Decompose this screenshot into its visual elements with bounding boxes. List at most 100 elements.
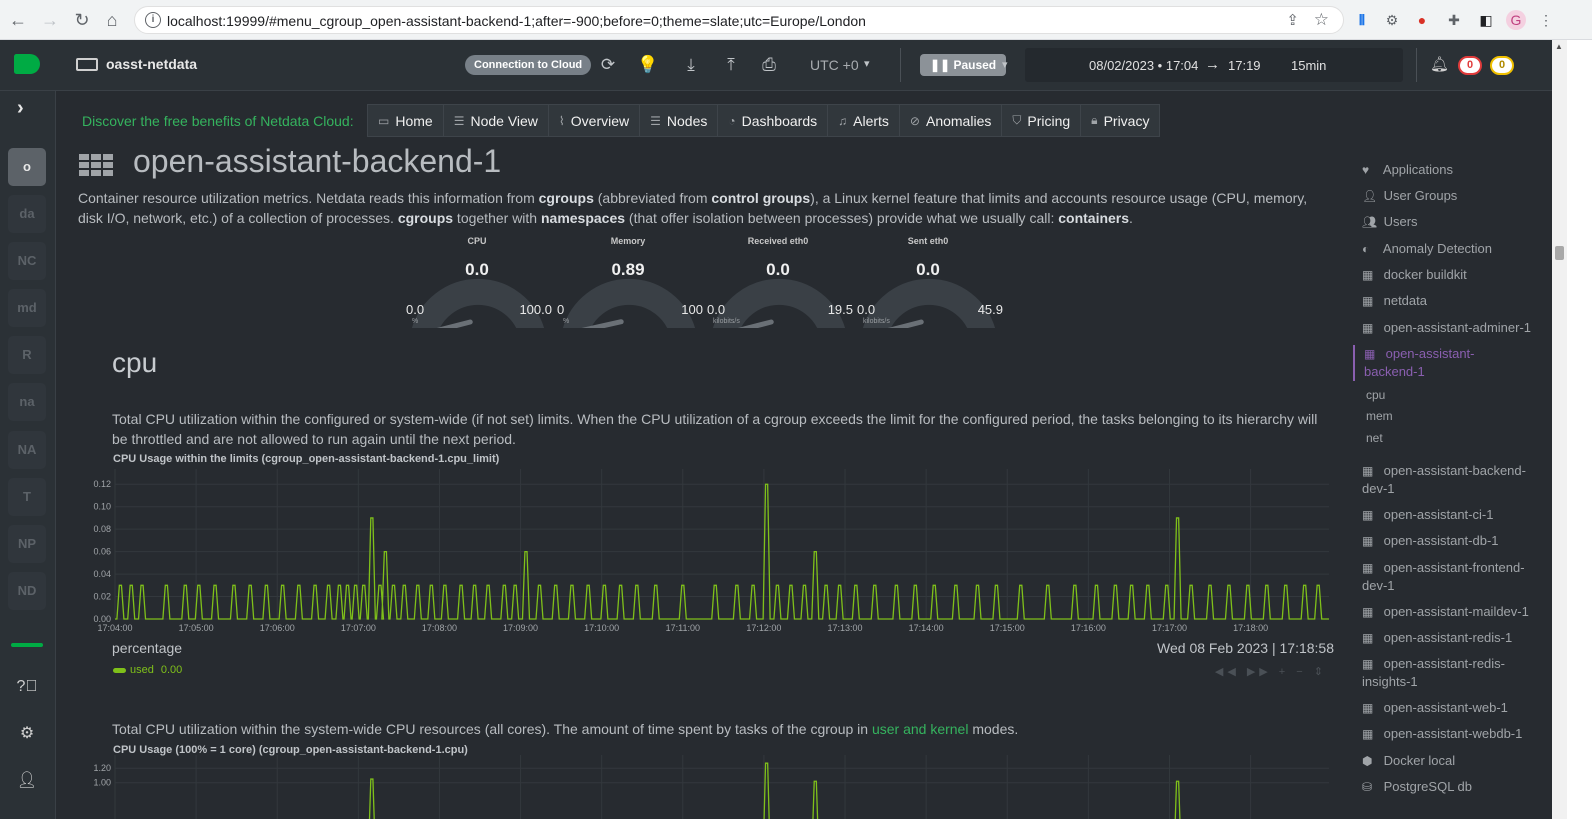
node-button[interactable]: o [8, 148, 46, 186]
nav-home[interactable]: ▭ Home [368, 105, 444, 136]
grid-icon: ▦ [1362, 268, 1374, 282]
node-button[interactable]: NC [8, 242, 46, 280]
host-icon [76, 58, 98, 71]
netdata-logo-icon[interactable] [14, 54, 40, 74]
gauge-title: CPU [467, 236, 487, 246]
grid-icon: ▦ [1362, 464, 1374, 478]
cpu-usage-chart[interactable]: 1.20 1.00 [87, 755, 1337, 819]
sidebar-item[interactable]: ⬢ Docker local [1362, 752, 1544, 770]
sidebar-item[interactable]: ⛁ PostgreSQL db [1362, 778, 1544, 796]
left-sidebar: › o da NC md R na NA T NP ND ?⃝ ⚙ 👤︎ [0, 91, 56, 819]
scrollbar-thumb[interactable] [1555, 246, 1564, 260]
profile-avatar-icon[interactable]: G [1506, 10, 1526, 30]
url-text[interactable]: localhost:19999/#menu_cgroup_open-assist… [167, 13, 866, 29]
settings-gear-icon[interactable]: ⚙ [16, 723, 38, 745]
expand-sidebar-icon[interactable]: › [17, 97, 24, 120]
heart-icon: ♥ [1362, 163, 1370, 177]
paused-button[interactable]: ❚❚ Paused [920, 54, 1007, 76]
chevron-down-icon[interactable]: ▾ [1002, 58, 1008, 71]
sidebar-item[interactable]: ▦ open-assistant-adminer-1 [1362, 319, 1544, 337]
sidebar-item[interactable]: ▦ open-assistant-backend-1 [1353, 345, 1535, 381]
help-icon[interactable]: ?⃝ [16, 676, 38, 698]
home-icon[interactable]: ⌂ [100, 8, 124, 32]
sidebar-item[interactable]: ▦ open-assistant-redis-insights-1 [1362, 655, 1544, 691]
side-panel-icon[interactable]: ◧ [1476, 10, 1496, 30]
nav-label: Alerts [853, 112, 889, 129]
date-range-picker[interactable]: 08/02/2023 • 17:04 → 17:19 15min [1025, 48, 1403, 82]
share-icon[interactable]: ⇪ [1286, 11, 1299, 29]
node-button[interactable]: da [8, 195, 46, 233]
nav-node-view[interactable]: ☰ Node View [444, 105, 549, 136]
site-info-icon[interactable]: i [145, 12, 161, 28]
extension-color-icon[interactable]: ● [1412, 10, 1432, 30]
user-icon[interactable]: 👤︎ [16, 770, 38, 792]
sidebar-item[interactable]: ▦ open-assistant-redis-1 [1362, 629, 1544, 647]
sidebar-item[interactable]: ▦ open-assistant-db-1 [1362, 532, 1544, 550]
sidebar-item[interactable]: 👤︎ User Groups [1362, 187, 1544, 205]
lightbulb-icon[interactable]: 💡 [637, 54, 659, 76]
legend-series-used[interactable]: used 0.00 [113, 664, 182, 676]
notification-bell-icon[interactable]: 🔔︎ [1430, 55, 1449, 73]
print-icon[interactable]: ⎙ [758, 54, 780, 76]
node-button[interactable]: md [8, 289, 46, 327]
nav-nodes[interactable]: ☰ Nodes [640, 105, 719, 136]
timezone-selector[interactable]: UTC +0 [810, 57, 859, 73]
node-button[interactable]: NA [8, 431, 46, 469]
node-button[interactable]: na [8, 383, 46, 421]
scrollbar[interactable]: ▲ [1552, 40, 1567, 819]
warning-alerts-badge[interactable]: 0 [1490, 56, 1514, 75]
node-button[interactable]: T [8, 478, 46, 516]
reload-icon[interactable]: ↻ [70, 8, 94, 32]
chart-toolbox[interactable]: ◀◀ ▶▶ + − ⇕ [1215, 665, 1327, 678]
download-icon[interactable]: ⤓ [680, 54, 702, 76]
browser-menu-icon[interactable]: ⋮ [1536, 10, 1556, 30]
sidebar-item[interactable]: ▦ open-assistant-maildev-1 [1362, 603, 1544, 621]
scroll-up-icon[interactable]: ▲ [1555, 42, 1563, 51]
grid-icon: ▦ [1362, 701, 1374, 715]
right-sidebar-menu: ♥ Applications 👤︎ User Groups 👥︎ Users ◐ An… [1352, 91, 1552, 819]
sidebar-item[interactable]: ▦ open-assistant-backend-dev-1 [1362, 462, 1544, 498]
user-kernel-link[interactable]: user and kernel [872, 721, 969, 737]
sidebar-item[interactable]: ▦ open-assistant-frontend-dev-1 [1362, 559, 1544, 595]
sidebar-item[interactable]: 👥︎ Users [1362, 213, 1544, 231]
sidebar-item[interactable]: ▦ netdata [1362, 292, 1544, 310]
nav-privacy[interactable]: 🔒︎ Privacy [1081, 105, 1159, 136]
critical-alerts-badge[interactable]: 0 [1458, 56, 1482, 75]
sidebar-item-label: backend-1 [1364, 364, 1425, 379]
sidebar-subitem-net[interactable]: net [1366, 431, 1383, 445]
sidebar-subitem-cpu[interactable]: cpu [1366, 388, 1385, 402]
address-bar[interactable]: i localhost:19999/#menu_cgroup_open-assi… [134, 6, 1344, 34]
node-button[interactable]: R [8, 336, 46, 374]
gauge-max: 100.0 [519, 302, 552, 317]
sidebar-subitem-mem[interactable]: mem [1366, 409, 1393, 423]
chart-description: Total CPU utilization within the system-… [112, 721, 1019, 737]
nav-alerts[interactable]: ♫ Alerts [828, 105, 900, 136]
extension-bars-icon[interactable]: ⫴ [1352, 10, 1372, 30]
sidebar-item[interactable]: ▦ open-assistant-webdb-1 [1362, 725, 1544, 743]
cpu-limit-chart[interactable]: 0.120.100.080.060.040.020.0017:04:00 17:0… [87, 465, 1337, 637]
forward-arrow-icon[interactable]: → [38, 8, 62, 32]
connection-to-cloud-button[interactable]: Connection to Cloud [465, 55, 592, 75]
gauge: Sent eth0 0.0 0.0 45.9 kilobits/s [853, 236, 1003, 336]
gauge-max: 100 [681, 302, 703, 317]
sidebar-item[interactable]: ▦ docker buildkit [1362, 266, 1544, 284]
gauge-value: 0.89 [611, 260, 645, 279]
nav-overview[interactable]: ⌇ Overview [549, 105, 641, 136]
sidebar-item[interactable]: ♥ Applications [1362, 161, 1544, 179]
nav-dashboards[interactable]: ◔ Dashboards [718, 105, 829, 136]
sidebar-item[interactable]: ▦ open-assistant-ci-1 [1362, 506, 1544, 524]
hostname[interactable]: oasst-netdata [106, 56, 197, 72]
nav-anomalies[interactable]: ⊘ Anomalies [900, 105, 1003, 136]
sidebar-item[interactable]: ▦ open-assistant-web-1 [1362, 699, 1544, 717]
back-arrow-icon[interactable]: ← [6, 8, 30, 32]
chevron-down-icon[interactable]: ▾ [864, 57, 870, 70]
node-button[interactable]: ND [8, 572, 46, 610]
node-button[interactable]: NP [8, 525, 46, 563]
upload-icon[interactable]: ⤒ [720, 54, 742, 76]
sidebar-item[interactable]: ◐ Anomaly Detection [1362, 240, 1544, 258]
nav-pricing[interactable]: ⛉ Pricing [1002, 105, 1082, 136]
bookmark-star-icon[interactable]: ☆ [1314, 10, 1329, 30]
extension-gear-icon[interactable]: ⚙ [1382, 10, 1402, 30]
extensions-puzzle-icon[interactable]: ✚ [1444, 10, 1464, 30]
sync-icon[interactable]: ⟳ [597, 54, 619, 76]
